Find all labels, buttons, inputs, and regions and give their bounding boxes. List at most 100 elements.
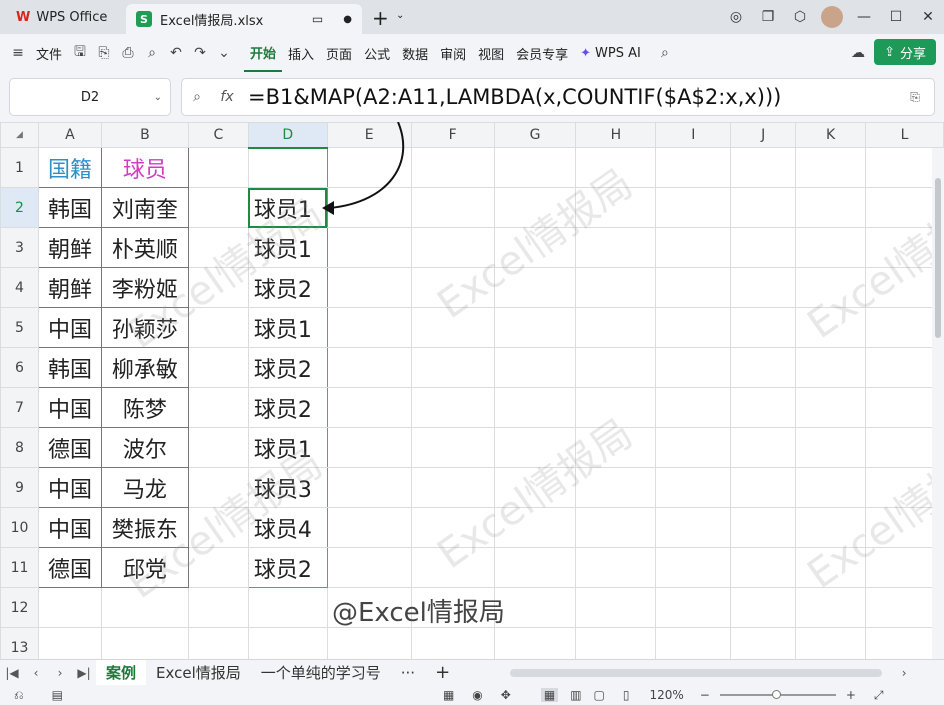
column-header-l[interactable]: L xyxy=(865,122,944,148)
cell-h3[interactable] xyxy=(575,227,657,268)
cell-a7[interactable]: 中国 xyxy=(37,387,102,428)
cell-b3[interactable]: 朴英顺 xyxy=(100,227,189,268)
vertical-scrollbar[interactable] xyxy=(932,148,944,659)
cell-h1[interactable] xyxy=(575,147,657,188)
cell-d10[interactable]: 球员4 xyxy=(247,507,328,548)
layout-icon[interactable]: ✥ xyxy=(501,688,511,702)
cell-e9[interactable] xyxy=(326,467,412,508)
cell-i8[interactable] xyxy=(655,427,732,468)
sheet-tab-case[interactable]: 案例 xyxy=(96,659,147,686)
row-header[interactable]: 11 xyxy=(0,547,39,588)
cell-k2[interactable] xyxy=(795,187,867,228)
cell-a4[interactable]: 朝鲜 xyxy=(37,267,102,308)
cell-j6[interactable] xyxy=(730,347,797,388)
fullscreen-icon[interactable]: ⤢ xyxy=(874,688,884,703)
cell-b8[interactable]: 波尔 xyxy=(100,427,189,468)
more-chevron-icon[interactable]: ⌄ xyxy=(212,34,236,72)
tab-review[interactable]: 审阅 xyxy=(434,34,472,72)
undo-icon[interactable]: ↶ xyxy=(164,34,188,72)
monitor-icon[interactable]: ▭ xyxy=(312,12,323,26)
cell-c9[interactable] xyxy=(187,467,249,508)
cell-i9[interactable] xyxy=(655,467,732,508)
cell-e11[interactable] xyxy=(326,547,412,588)
chevron-down-icon[interactable]: ⌄ xyxy=(396,10,404,21)
cell-a1[interactable]: 国籍 xyxy=(37,147,102,188)
cell-b9[interactable]: 马龙 xyxy=(100,467,189,508)
cell-f7[interactable] xyxy=(410,387,495,428)
ai-assistant-icon[interactable]: ◎ xyxy=(720,0,752,34)
zoom-formula-icon[interactable]: ⌕ xyxy=(182,78,212,116)
cell-d8[interactable]: 球员1 xyxy=(247,427,328,468)
zoom-level[interactable]: 120% xyxy=(649,688,683,702)
cell-d12[interactable] xyxy=(247,587,328,628)
cell-f13[interactable] xyxy=(410,627,495,659)
tab-insert[interactable]: 插入 xyxy=(282,34,320,72)
tab-page[interactable]: 页面 xyxy=(320,34,358,72)
cell-a5[interactable]: 中国 xyxy=(37,307,102,348)
cell-i12[interactable] xyxy=(655,587,732,628)
cell-k9[interactable] xyxy=(795,467,867,508)
cell-g9[interactable] xyxy=(493,467,577,508)
cell-e7[interactable] xyxy=(326,387,412,428)
tab-data[interactable]: 数据 xyxy=(396,34,434,72)
normal-view-icon[interactable]: ▦ xyxy=(540,688,559,702)
cell-c12[interactable] xyxy=(187,587,249,628)
cell-h11[interactable] xyxy=(575,547,657,588)
tab-home[interactable]: 开始 xyxy=(244,34,283,72)
cell-k1[interactable] xyxy=(795,147,867,188)
cell-g2[interactable] xyxy=(493,187,577,228)
row-header[interactable]: 1 xyxy=(0,147,39,188)
cell-g12[interactable] xyxy=(493,587,577,628)
tab-formula[interactable]: 公式 xyxy=(358,34,396,72)
cell-c3[interactable] xyxy=(187,227,249,268)
cell-e4[interactable] xyxy=(326,267,412,308)
cell-g11[interactable] xyxy=(493,547,577,588)
cell-k13[interactable] xyxy=(795,627,867,659)
column-header-i[interactable]: I xyxy=(655,122,732,148)
cell-c13[interactable] xyxy=(187,627,249,659)
row-header[interactable]: 7 xyxy=(0,387,39,428)
column-header-d[interactable]: D xyxy=(247,122,328,149)
dot-icon[interactable]: ● xyxy=(343,14,352,25)
cell-e13[interactable] xyxy=(326,627,412,659)
cell-g6[interactable] xyxy=(493,347,577,388)
fx-icon[interactable]: fx xyxy=(212,78,242,116)
row-header[interactable]: 6 xyxy=(0,347,39,388)
cell-f9[interactable] xyxy=(410,467,495,508)
cell-k11[interactable] xyxy=(795,547,867,588)
formula-input[interactable]: ⌕ fx =B1&MAP(A2:A11,LAMBDA(x,COUNTIF($A$… xyxy=(181,78,935,116)
eye-protect-icon[interactable]: ◉ xyxy=(472,688,482,702)
save-icon[interactable]: 🖫 xyxy=(68,34,92,72)
cell-j5[interactable] xyxy=(730,307,797,348)
app-tab[interactable]: W WPS Office xyxy=(8,4,115,30)
cell-e3[interactable] xyxy=(326,227,412,268)
cell-d3[interactable]: 球员1 xyxy=(247,227,328,268)
cell-f2[interactable] xyxy=(410,187,495,228)
column-header-c[interactable]: C xyxy=(187,122,249,148)
cell-i6[interactable] xyxy=(655,347,732,388)
zoom-out-button[interactable]: − xyxy=(700,688,710,702)
cell-h7[interactable] xyxy=(575,387,657,428)
scroll-right-icon[interactable]: › xyxy=(892,666,916,680)
cell-d11[interactable]: 球员2 xyxy=(247,547,328,588)
cell-c5[interactable] xyxy=(187,307,249,348)
cell-g13[interactable] xyxy=(493,627,577,659)
row-header[interactable]: 3 xyxy=(0,227,39,268)
cell-h10[interactable] xyxy=(575,507,657,548)
cell-j11[interactable] xyxy=(730,547,797,588)
avatar[interactable] xyxy=(816,0,848,34)
row-header[interactable]: 2 xyxy=(0,187,39,228)
search-icon[interactable]: ⌕ xyxy=(653,34,677,72)
row-header[interactable]: 9 xyxy=(0,467,39,508)
share-button[interactable]: ⇪ 分享 xyxy=(874,39,936,65)
column-header-k[interactable]: K xyxy=(795,122,867,148)
cell-e6[interactable] xyxy=(326,347,412,388)
column-header-a[interactable]: A xyxy=(37,122,102,148)
cell-h5[interactable] xyxy=(575,307,657,348)
add-sheet-button[interactable]: + xyxy=(425,660,460,686)
cell-j4[interactable] xyxy=(730,267,797,308)
cell-d2[interactable]: 球员1 xyxy=(247,187,328,228)
column-header-b[interactable]: B xyxy=(100,122,189,148)
cell-a11[interactable]: 德国 xyxy=(37,547,102,588)
column-header-f[interactable]: F xyxy=(410,122,495,148)
